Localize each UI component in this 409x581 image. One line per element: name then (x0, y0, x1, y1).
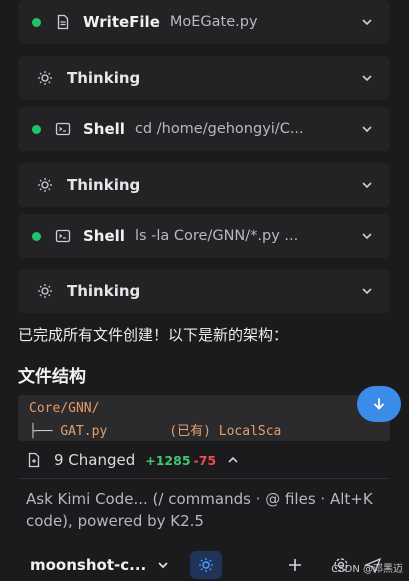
arrow-down-icon (374, 398, 384, 410)
section-heading: 文件结构 (18, 367, 86, 387)
tool-argument: MoEGate.py (169, 14, 258, 30)
plus-icon[interactable] (286, 556, 304, 574)
tool-argument: ls -la Core/GNN/*.py ... (134, 228, 299, 244)
terminal-icon (55, 121, 71, 137)
tool-name: WriteFile (83, 13, 160, 31)
thinking-label: Thinking (67, 282, 141, 300)
chevron-down-icon[interactable] (156, 558, 170, 572)
thinking-row[interactable]: Thinking (18, 269, 390, 313)
status-dot (32, 231, 41, 241)
divider (18, 478, 390, 479)
lightbulb-icon (199, 557, 214, 572)
terminal-icon (55, 228, 71, 244)
thinking-row[interactable]: Thinking (18, 56, 390, 100)
tool-name: Shell (83, 227, 125, 245)
chevron-down-icon[interactable] (360, 284, 374, 298)
tool-call-row[interactable]: WriteFile MoEGate.py (18, 0, 390, 44)
thinking-label: Thinking (67, 176, 141, 194)
lightbulb-icon (38, 71, 52, 85)
changes-summary[interactable]: 9 Changed +1285 -75 (18, 444, 240, 476)
lightbulb-icon (38, 178, 52, 192)
thinking-toggle-button[interactable] (190, 550, 223, 579)
scroll-to-bottom-button[interactable] (357, 386, 401, 422)
chat-input[interactable]: Ask Kimi Code... (/ commands · @ files ·… (26, 488, 382, 532)
tool-call-row[interactable]: Shell ls -la Core/GNN/*.py ... (18, 214, 390, 258)
code-note: (已有) LocalSca (169, 424, 282, 439)
chevron-down-icon[interactable] (360, 229, 374, 243)
code-line: Core/GNN/ (29, 401, 100, 416)
thinking-row[interactable]: Thinking (18, 163, 390, 207)
model-selector[interactable]: moonshot-c... (30, 556, 146, 574)
file-icon (55, 14, 71, 30)
code-line: ├── GAT.py (已有) LocalSca (29, 420, 281, 439)
watermark: CSDN @邓黑迈 (331, 564, 403, 575)
tool-argument: cd /home/gehongyi/C... (134, 121, 304, 137)
file-diff-icon (28, 452, 40, 468)
code-block: Core/GNN/ ├── GAT.py (已有) LocalSca (18, 395, 390, 441)
changed-count: 9 Changed (54, 451, 136, 469)
code-filename: GAT.py (60, 424, 108, 439)
tree-branch: ├── (29, 424, 61, 439)
tool-call-row[interactable]: Shell cd /home/gehongyi/C... (18, 107, 390, 151)
chevron-down-icon[interactable] (360, 178, 374, 192)
assistant-message: 已完成所有文件创建！以下是新的架构： (18, 326, 289, 344)
chevron-up-icon[interactable] (226, 453, 240, 467)
lines-removed: -75 (193, 452, 217, 468)
chevron-down-icon[interactable] (360, 15, 374, 29)
status-dot (32, 17, 41, 27)
tool-name: Shell (83, 120, 125, 138)
lines-added: +1285 (145, 452, 191, 468)
lightbulb-icon (38, 284, 52, 298)
chevron-down-icon[interactable] (360, 122, 374, 136)
thinking-label: Thinking (67, 69, 141, 87)
status-dot (32, 124, 41, 134)
chevron-down-icon[interactable] (360, 71, 374, 85)
